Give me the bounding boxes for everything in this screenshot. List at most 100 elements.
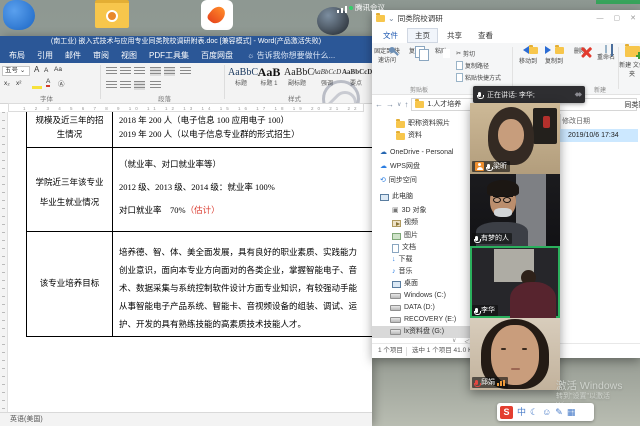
minimize-button[interactable]: — [597,10,604,27]
explorer-title-bar[interactable]: ⌄ 同类院校调研 — ▢ ✕ [372,10,640,27]
tab-layout[interactable]: 布局 [3,48,31,63]
paste-shortcut-button[interactable]: 粘贴快捷方式 [456,73,501,82]
tab-mailings[interactable]: 邮件 [59,48,87,63]
sidebar-item-videos[interactable]: 视频 [392,217,418,229]
align-center-button[interactable] [164,67,175,76]
forward-button[interactable]: → [386,100,394,109]
recent-locations-caret[interactable]: ∨ [397,101,401,108]
highlight-color-button[interactable] [32,79,43,89]
document-page[interactable]: 规模及近三年的招 生情况 2018 年 200 人（电子信息 100 应用电子 … [8,112,372,412]
style-subtitle[interactable]: AaBbC 副标题 [284,65,310,93]
copy-path-button[interactable]: 复制路径 [456,61,489,70]
indent-increase-button[interactable] [120,81,131,90]
move-to-button[interactable]: 移动到 [515,46,541,65]
multilevel-list-button[interactable] [134,67,145,76]
participant-name-tag: 有梦的人 [472,233,512,244]
ime-keyboard-icon[interactable]: ▦ [567,403,576,421]
sidebar-item-drive-c[interactable]: Windows (C:) [390,290,446,302]
superscript-button[interactable]: x² [16,80,21,87]
pin-quick-access-button[interactable]: 固定到 快速访问 [373,46,401,64]
sidebar-item-drive-d[interactable]: DATA (D:) [390,302,435,314]
tell-me-box[interactable]: ☼ 告诉我你想要做什么... [239,50,335,61]
numbering-button[interactable] [120,67,131,76]
flame-icon [206,4,228,27]
language-status[interactable]: 英语(美国) [10,416,43,423]
sidebar-item-this-pc[interactable]: 此电脑 [380,191,413,203]
sidebar-item-sync-space[interactable]: ⟲同步空间 [380,175,417,187]
sidebar-item-onedrive[interactable]: ☁OneDrive - Personal [380,147,453,159]
sidebar-item-drive-e[interactable]: RECOVERY (E:) [390,314,456,326]
horizontal-ruler[interactable]: 1 2 3 4 5 6 7 8 9 10 11 12 13 14 15 16 1… [8,103,364,112]
ime-halfwidth-icon[interactable]: ☾ [530,403,538,421]
ime-emoji-icon[interactable]: ☺ [542,403,551,421]
sidebar-item-music[interactable]: ♪音乐 [392,266,413,278]
mic-muted-icon [475,380,478,385]
vertical-ruler[interactable] [0,112,8,412]
cut-button[interactable]: ✂剪切 [456,49,475,58]
date-modified-column-header[interactable]: 修改日期 [562,116,590,126]
tab-pdf-tools[interactable]: PDF工具集 [143,48,195,63]
align-left-button[interactable] [150,67,161,76]
video-tile-participant-4[interactable]: 邱娟 [470,318,560,390]
paste-button[interactable]: 粘贴 [428,46,454,55]
sidebar-item-folder[interactable]: 资料 [396,130,422,142]
menu-view[interactable]: 查看 [471,29,500,42]
quick-access-toolbar-caret[interactable]: ⌄ [388,14,395,23]
shading-button[interactable] [134,81,145,90]
address-current-crumb[interactable]: 同类院校调研 [624,99,640,112]
up-button[interactable]: ↑ [404,100,408,109]
sidebar-item-documents[interactable]: 文档 [392,242,416,254]
ime-chinese-mode-icon[interactable]: 中 [517,403,526,421]
tab-review[interactable]: 审阅 [87,48,115,63]
download-icon: ↓ [392,255,396,265]
menu-share[interactable]: 共享 [440,29,469,42]
copy-to-button[interactable]: 复制到 [541,46,567,65]
tab-view[interactable]: 视图 [115,48,143,63]
sogou-logo-icon[interactable]: S [500,406,513,419]
back-button[interactable]: ← [375,100,383,109]
folder-icon [396,133,405,140]
borders-button[interactable] [150,81,161,90]
sidebar-item-desktop[interactable]: 桌面 [392,278,418,290]
address-parent-crumb[interactable]: 1.人才培养 [427,99,461,109]
folder-media-icon [106,10,118,22]
style-title[interactable]: AaBbC 标题 [228,65,254,93]
sort-button[interactable] [180,67,191,76]
font-size-select[interactable]: 五号 ⌄ [2,66,30,76]
tab-baidu-netdisk[interactable]: 百度网盘 [195,48,239,63]
word-title-bar[interactable]: (南工业) 嵌入式技术与应用专业同类院校调研附表.doc [兼容模式] - Wo… [0,36,372,48]
grow-font-button[interactable]: A [34,65,39,74]
style-heading1[interactable]: AaB 标题 1 [256,65,282,93]
bullets-button[interactable] [106,67,117,76]
desktop-app-flame-icon[interactable] [201,0,233,30]
sidebar-item-wps-cloud[interactable]: ☁WPS网盘 [380,161,420,173]
video-tile-participant-1[interactable]: 梁昕 [470,103,560,174]
delete-button[interactable]: 删除 [567,46,593,55]
sidebar-item-folder[interactable]: 职称资料照片 [396,118,450,130]
menu-home[interactable]: 主页 [407,28,438,43]
video-tile-participant-3-active[interactable]: 李华 [470,246,560,318]
subscript-button[interactable]: x₂ [4,80,10,87]
rename-button[interactable]: 重命名 [593,46,619,61]
maximize-button[interactable]: ▢ [614,10,621,27]
desktop-app-blue-icon[interactable] [3,0,35,30]
video-tile-participant-2[interactable]: 有梦的人 [470,174,560,246]
desktop-folder-icon[interactable] [95,0,129,28]
signal-strength-icon [497,380,505,386]
sidebar-item-downloads[interactable]: ↓下载 [392,254,413,266]
speaking-indicator-bar[interactable]: 正在讲话: 李华; ◆◆ [473,86,585,103]
copy-button[interactable]: 复制 [402,46,428,55]
menu-file[interactable]: 文件 [376,29,405,42]
shrink-font-button[interactable]: A [44,67,48,74]
sidebar-item-pictures[interactable]: 图片 [392,230,418,242]
new-folder-button[interactable]: 新建 文件夹 [619,46,640,78]
sidebar-item-3d-objects[interactable]: ▣3D 对象 [392,205,427,217]
tab-references[interactable]: 引用 [31,48,59,63]
ime-handwriting-icon[interactable]: ✎ [555,403,563,421]
change-case-button[interactable]: Aa [54,66,62,73]
font-color-button[interactable]: A [46,78,50,87]
divider [512,47,513,89]
close-button[interactable]: ✕ [630,10,636,27]
indent-decrease-button[interactable] [106,81,117,90]
character-shading-button[interactable]: Ⓐ [58,78,65,88]
